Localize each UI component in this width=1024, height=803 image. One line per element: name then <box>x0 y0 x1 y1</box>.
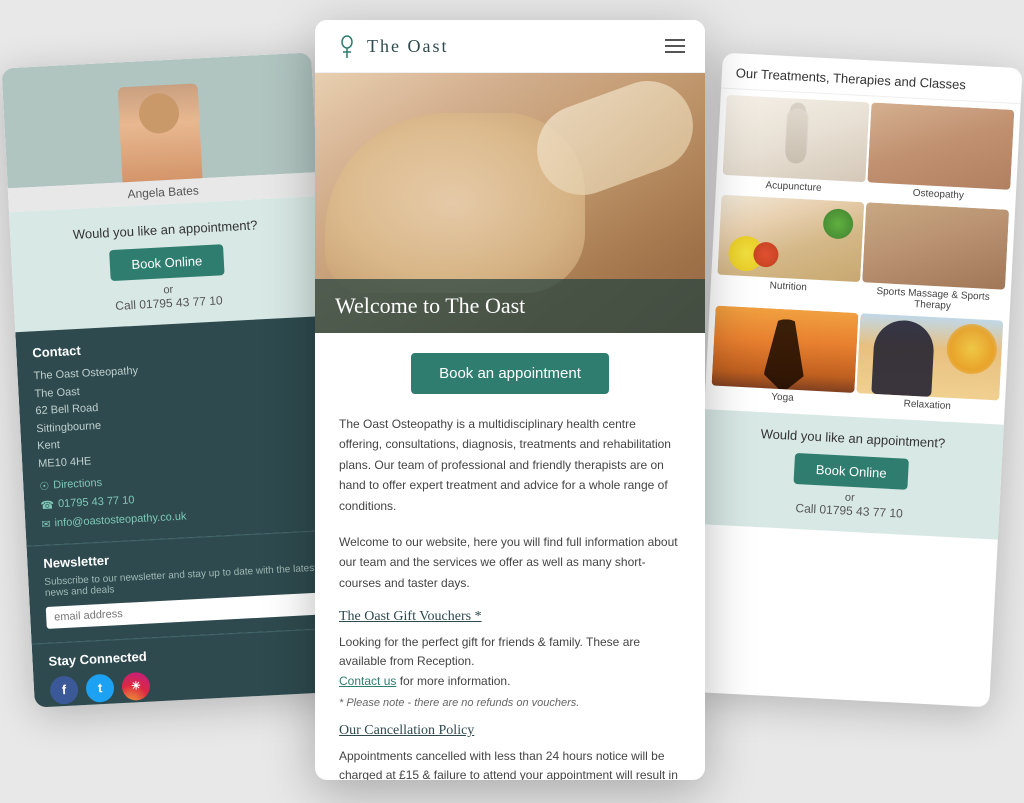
center-logo: The Oast <box>335 32 448 60</box>
relaxation-image <box>856 313 1003 400</box>
treatment-yoga[interactable]: Yoga <box>711 306 859 411</box>
left-contact-address: The Oast OsteopathyThe Oast62 Bell RoadS… <box>33 354 316 474</box>
left-appointment-section: Would you like an appointment? Book Onli… <box>9 196 325 332</box>
left-newsletter-section: Newsletter Subscribe to our newsletter a… <box>26 529 341 643</box>
center-hero-image: Welcome to The Oast <box>315 73 705 333</box>
left-appointment-question: Would you like an appointment? <box>26 215 304 245</box>
center-hero-overlay: Welcome to The Oast <box>315 279 705 333</box>
right-appointment-question: Would you like an appointment? <box>719 424 987 453</box>
email-icon: ✉ <box>41 517 51 530</box>
sports-image <box>862 202 1009 289</box>
treatment-sports[interactable]: Sports Massage & Sports Therapy <box>861 202 1010 318</box>
center-secondary-paragraph: Welcome to our website, here you will fi… <box>339 532 681 593</box>
center-gift-note: * Please note - there are no refunds on … <box>339 697 681 709</box>
avatar <box>118 83 203 182</box>
phone-icon: ☎ <box>40 498 54 512</box>
center-navbar: The Oast <box>315 20 705 73</box>
center-book-appointment-button[interactable]: Book an appointment <box>411 353 609 394</box>
right-card: Our Treatments, Therapies and Classes Ac… <box>689 53 1022 708</box>
instagram-icon[interactable]: ☀ <box>121 671 150 700</box>
left-card: Angela Bates Would you like an appointme… <box>1 52 344 707</box>
center-cancellation-text: Appointments cancelled with less than 24… <box>339 747 681 780</box>
right-book-online-button[interactable]: Book Online <box>793 453 909 490</box>
center-card: The Oast Welcome to The Oast Book an app… <box>315 20 705 780</box>
twitter-icon[interactable]: t <box>85 673 114 702</box>
left-email-input[interactable] <box>46 592 325 629</box>
left-social-icons: f t ☀ <box>49 662 328 705</box>
logo-icon <box>335 32 359 60</box>
treatment-relaxation[interactable]: Relaxation <box>855 313 1003 418</box>
treatment-osteopathy[interactable]: Osteopathy <box>866 102 1014 207</box>
center-cancellation-title: Our Cancellation Policy <box>339 723 681 739</box>
facebook-icon[interactable]: f <box>49 675 78 704</box>
left-book-online-button[interactable]: Book Online <box>109 244 225 281</box>
center-hero-title: Welcome to The Oast <box>335 293 685 319</box>
center-main-paragraph: The Oast Osteopathy is a multidisciplina… <box>339 414 681 516</box>
scene: Angela Bates Would you like an appointme… <box>0 0 1024 803</box>
center-gift-title: The Oast Gift Vouchers * <box>339 609 681 625</box>
right-appointment-section: Would you like an appointment? Book Onli… <box>698 409 1004 540</box>
left-contact-section: Contact The Oast OsteopathyThe Oast62 Be… <box>15 316 336 545</box>
center-logo-text: The Oast <box>367 36 448 57</box>
right-treatments-grid: Acupuncture Osteopathy Nutrition Sports … <box>704 89 1020 425</box>
treatment-nutrition[interactable]: Nutrition <box>716 195 865 311</box>
sports-label: Sports Massage & Sports Therapy <box>861 282 1005 318</box>
yoga-image <box>712 306 859 393</box>
acupuncture-image <box>723 95 870 182</box>
directions-icon: ☉ <box>39 479 50 492</box>
center-gift-text: Looking for the perfect gift for friends… <box>339 633 681 691</box>
nutrition-image <box>717 195 864 282</box>
avatar-area <box>1 52 317 188</box>
hamburger-menu[interactable] <box>665 39 685 53</box>
center-contact-us-link[interactable]: Contact us <box>339 674 396 688</box>
osteopathy-image <box>867 102 1014 189</box>
treatment-acupuncture[interactable]: Acupuncture <box>722 95 870 200</box>
center-content-area: Book an appointment The Oast Osteopathy … <box>315 333 705 780</box>
